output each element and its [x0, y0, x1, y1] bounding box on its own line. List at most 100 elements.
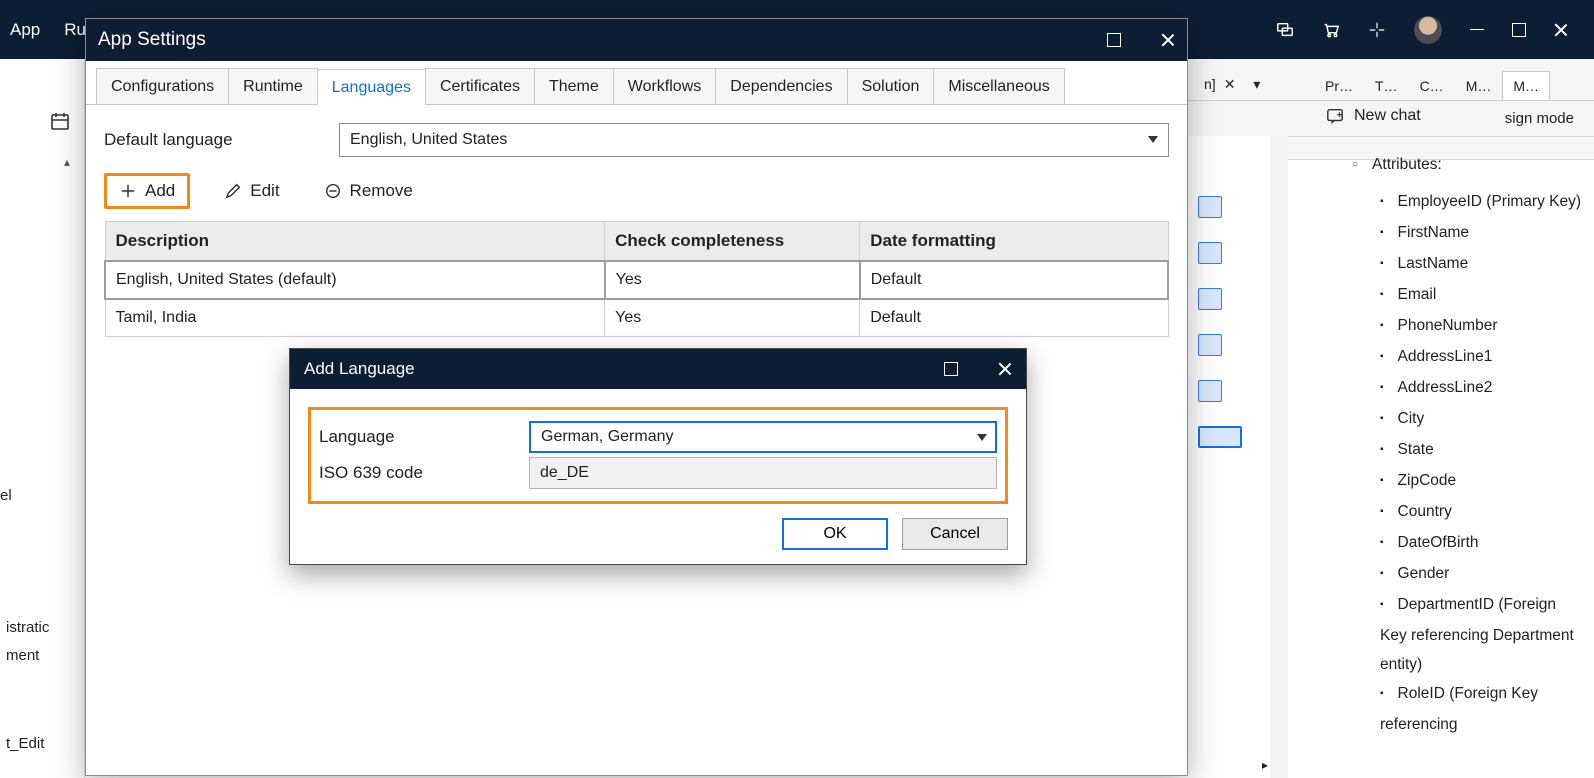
field-widget-selected[interactable]	[1198, 426, 1242, 448]
tab-dependencies[interactable]: Dependencies	[715, 68, 847, 104]
editor-tab[interactable]: n] ✕	[1198, 76, 1241, 93]
table-row[interactable]: Tamil, India Yes Default	[105, 299, 1168, 337]
remove-button[interactable]: Remove	[314, 177, 423, 205]
subdialog-maximize-icon[interactable]	[944, 362, 958, 376]
add-label: Add	[145, 181, 175, 201]
menu-run[interactable]: Ru	[64, 20, 86, 40]
tree-item[interactable]: el	[0, 487, 12, 504]
cart-icon[interactable]	[1322, 21, 1340, 39]
tab-certificates[interactable]: Certificates	[425, 68, 535, 104]
field-widget[interactable]	[1198, 288, 1222, 310]
field-widget[interactable]	[1198, 334, 1222, 356]
chevron-down-icon	[1148, 136, 1158, 143]
new-chat-button[interactable]: New chat	[1326, 107, 1421, 125]
app-settings-dialog: App Settings Configurations Runtime Lang…	[85, 18, 1188, 776]
tree-item[interactable]: istratic	[6, 614, 49, 642]
dialog-maximize-icon[interactable]	[1107, 33, 1121, 47]
window-maximize-icon[interactable]	[1512, 23, 1526, 37]
user-avatar[interactable]	[1414, 16, 1442, 44]
right-tab[interactable]: C…	[1409, 71, 1455, 100]
cell: Yes	[605, 261, 860, 299]
dialog-close-icon[interactable]	[1161, 33, 1175, 47]
tab-overflow-icon[interactable]: ▾	[1253, 76, 1260, 93]
language-field-label: Language	[319, 427, 529, 447]
field-widget[interactable]	[1198, 196, 1222, 218]
subdialog-titlebar: Add Language	[290, 349, 1026, 389]
settings-tabs: Configurations Runtime Languages Certifi…	[86, 61, 1187, 105]
list-item: PhoneNumber	[1380, 311, 1586, 342]
field-widget[interactable]	[1198, 242, 1222, 264]
right-tab[interactable]: Pr…	[1314, 71, 1364, 100]
list-item: DepartmentID (Foreign Key referencing De…	[1380, 590, 1586, 679]
iso-code-field[interactable]: de_DE	[529, 457, 997, 489]
right-tab[interactable]: M…	[1502, 71, 1550, 100]
tab-theme[interactable]: Theme	[534, 68, 614, 104]
tab-runtime[interactable]: Runtime	[228, 68, 318, 104]
pencil-icon	[224, 182, 242, 200]
scroll-up-icon[interactable]: ▴	[64, 155, 70, 169]
list-item: Gender	[1380, 559, 1586, 590]
list-item: DateOfBirth	[1380, 528, 1586, 559]
remove-label: Remove	[350, 181, 413, 201]
chat-plus-icon	[1326, 107, 1344, 125]
list-item: City	[1380, 404, 1586, 435]
tree-item[interactable]: ment	[6, 642, 49, 670]
list-item: ZipCode	[1380, 466, 1586, 497]
list-item: LastName	[1380, 249, 1586, 280]
ok-button[interactable]: OK	[782, 518, 888, 550]
dialog-title: App Settings	[98, 29, 206, 51]
dialog-titlebar: App Settings	[86, 19, 1187, 61]
add-button[interactable]: Add	[104, 173, 190, 209]
mode-label[interactable]: sign mode	[1505, 110, 1574, 127]
col-description[interactable]: Description	[105, 222, 605, 262]
add-language-dialog: Add Language Language German, Germany IS…	[289, 348, 1027, 565]
menu-app[interactable]: App	[10, 20, 40, 40]
languages-table: Description Check completeness Date form…	[104, 221, 1169, 337]
sparkle-icon[interactable]	[1368, 21, 1386, 39]
col-check[interactable]: Check completeness	[605, 222, 860, 262]
tab-miscellaneous[interactable]: Miscellaneous	[933, 68, 1064, 104]
right-tab[interactable]: M…	[1455, 71, 1503, 100]
list-item: AddressLine1	[1380, 342, 1586, 373]
tab-configurations[interactable]: Configurations	[96, 68, 229, 104]
remove-icon	[324, 182, 342, 200]
list-item: Email	[1380, 280, 1586, 311]
vertical-scrollbar[interactable]	[1270, 136, 1288, 778]
design-canvas-sliver: ▸	[1188, 136, 1288, 778]
cell: English, United States (default)	[105, 261, 605, 299]
language-select[interactable]: German, Germany	[529, 421, 997, 453]
attributes-header: Attributes:	[1352, 150, 1586, 181]
field-widget[interactable]	[1198, 380, 1222, 402]
close-icon[interactable]: ✕	[1224, 76, 1236, 93]
highlighted-form-area: Language German, Germany ISO 639 code de…	[308, 407, 1008, 504]
cancel-button[interactable]: Cancel	[902, 518, 1008, 550]
list-item: State	[1380, 435, 1586, 466]
col-dateformat[interactable]: Date formatting	[860, 222, 1168, 262]
edit-label: Edit	[250, 181, 279, 201]
list-item: RoleID (Foreign Key referencing	[1380, 679, 1586, 739]
list-item: Country	[1380, 497, 1586, 528]
chat-bubbles-icon[interactable]	[1276, 21, 1294, 39]
window-close-icon[interactable]	[1554, 23, 1568, 37]
tab-workflows[interactable]: Workflows	[613, 68, 717, 104]
right-tab[interactable]: T…	[1364, 71, 1409, 100]
scroll-right-icon[interactable]: ▸	[1262, 758, 1268, 772]
tree-item[interactable]: t_Edit	[6, 730, 49, 758]
iso-code-label: ISO 639 code	[319, 463, 529, 483]
tab-solution[interactable]: Solution	[847, 68, 935, 104]
attributes-panel: Attributes: EmployeeID (Primary Key) Fir…	[1352, 150, 1586, 778]
default-language-select[interactable]: English, United States	[339, 123, 1169, 157]
window-minimize-icon[interactable]	[1470, 23, 1484, 37]
subdialog-title: Add Language	[304, 359, 415, 379]
tab-languages[interactable]: Languages	[317, 69, 426, 105]
edit-button[interactable]: Edit	[214, 177, 289, 205]
default-language-value: English, United States	[350, 131, 507, 149]
iso-code-value: de_DE	[540, 464, 589, 482]
subdialog-close-icon[interactable]	[998, 362, 1012, 376]
left-panel-sliver: ▴ el istratic ment t_Edit	[0, 59, 85, 778]
attributes-list: EmployeeID (Primary Key) FirstName LastN…	[1380, 187, 1586, 739]
table-row[interactable]: English, United States (default) Yes Def…	[105, 261, 1168, 299]
cell: Default	[860, 261, 1168, 299]
cell: Tamil, India	[105, 299, 605, 337]
calendar-icon[interactable]	[50, 111, 70, 131]
